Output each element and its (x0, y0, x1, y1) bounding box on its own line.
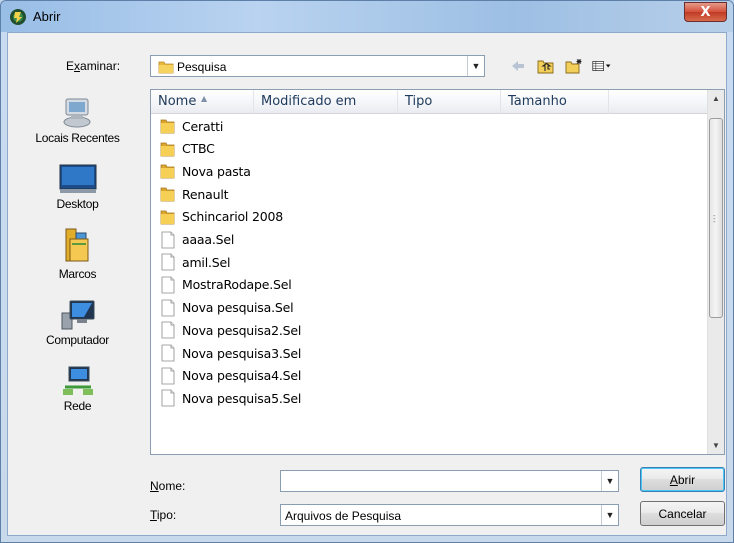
computer-icon (61, 300, 94, 330)
file-row[interactable]: Nova pesquisa5.Sel (160, 387, 301, 409)
close-button[interactable]: X (684, 2, 727, 22)
folder-row[interactable]: CTBC (160, 138, 215, 160)
file-icon (160, 344, 176, 362)
file-name: amil.Sel (182, 254, 231, 270)
file-row[interactable]: Nova pesquisa3.Sel (160, 342, 301, 364)
folder-icon (160, 185, 176, 203)
filetype-dropdown[interactable]: Arquivos de Pesquisa ▼ (280, 504, 619, 526)
place-computer[interactable]: Computador (10, 299, 145, 347)
file-name: Nova pesquisa2.Sel (182, 322, 302, 338)
navigation-toolbar (508, 56, 612, 76)
folder-icon (160, 162, 176, 180)
title-bar[interactable]: Abrir X (1, 1, 733, 32)
up-folder-icon[interactable] (536, 57, 556, 75)
place-label: Marcos (58, 267, 97, 281)
folder-icon (158, 61, 174, 74)
filename-input[interactable]: ▼ (280, 470, 619, 492)
place-label: Rede (63, 399, 92, 413)
column-header-type[interactable]: Tipo (398, 90, 501, 114)
chevron-down-icon[interactable]: ▼ (467, 56, 484, 76)
file-list-header: Nome ▲ Modificado em Tipo Tamanho (151, 90, 709, 114)
file-list[interactable]: Nome ▲ Modificado em Tipo Tamanho Ceratt… (150, 89, 725, 455)
file-name: MostraRodape.Sel (182, 277, 292, 293)
dialog-client-area: Examinar: Pesquisa ▼ Locais Recentes Des… (7, 32, 727, 536)
scroll-up-icon[interactable]: ▲ (708, 90, 724, 107)
file-name: Schincariol 2008 (182, 209, 283, 225)
file-name: Ceratti (182, 118, 224, 134)
cancel-button[interactable]: Cancelar (640, 501, 725, 526)
file-name: Nova pesquisa3.Sel (182, 345, 302, 361)
column-header-size[interactable]: Tamanho (501, 90, 609, 114)
view-menu-icon[interactable] (592, 57, 612, 75)
place-recent[interactable]: Locais Recentes (10, 95, 145, 145)
folder-icon (160, 208, 176, 226)
folder-row[interactable]: Ceratti (160, 115, 223, 137)
folder-row[interactable]: Nova pasta (160, 160, 251, 182)
file-name: Nova pesquisa5.Sel (182, 390, 302, 406)
file-row[interactable]: Nova pesquisa2.Sel (160, 319, 301, 341)
folder-icon (160, 140, 176, 158)
network-icon (62, 366, 93, 395)
file-row[interactable]: aaaa.Sel (160, 229, 234, 251)
window-title: Abrir (33, 9, 61, 24)
file-name: Nova pasta (182, 163, 251, 179)
vertical-scrollbar[interactable]: ▲ --- ▼ (707, 90, 724, 454)
chevron-down-icon[interactable]: ▼ (601, 471, 618, 491)
file-icon (160, 276, 176, 294)
place-label: Computador (45, 333, 110, 347)
scroll-down-icon[interactable]: ▼ (708, 437, 724, 454)
column-header-name[interactable]: Nome ▲ (151, 90, 254, 114)
close-icon: X (700, 4, 711, 20)
folder-row[interactable]: Schincariol 2008 (160, 206, 283, 228)
file-row[interactable]: Nova pesquisa.Sel (160, 297, 294, 319)
app-icon (10, 9, 26, 25)
file-icon (160, 321, 176, 339)
filetype-value: Arquivos de Pesquisa (285, 509, 402, 523)
file-row[interactable]: Nova pesquisa4.Sel (160, 365, 301, 387)
file-icon (160, 299, 176, 317)
lookin-label: Examinar: (66, 59, 121, 73)
scrollbar-thumb[interactable]: --- (709, 118, 723, 318)
file-icon (160, 367, 176, 385)
grip-icon: --- (713, 211, 716, 226)
lookin-value: Pesquisa (177, 60, 227, 74)
place-libraries[interactable]: Marcos (10, 227, 145, 281)
libraries-icon (65, 228, 88, 262)
lookin-dropdown[interactable]: Pesquisa ▼ (150, 55, 485, 77)
desktop-icon (59, 164, 96, 193)
column-header-modified[interactable]: Modificado em (254, 90, 398, 114)
file-icon (160, 389, 176, 407)
file-icon (160, 231, 176, 249)
place-desktop[interactable]: Desktop (10, 163, 145, 211)
file-name: Nova pesquisa4.Sel (182, 368, 302, 384)
folder-icon (160, 117, 176, 135)
file-icon (160, 253, 176, 271)
place-label: Desktop (56, 197, 99, 211)
folder-row[interactable]: Renault (160, 183, 228, 205)
file-name: Renault (182, 186, 229, 202)
filetype-label: Tipo: (150, 508, 177, 522)
file-name: Nova pesquisa.Sel (182, 300, 294, 316)
open-button[interactable]: Abrir (640, 467, 725, 492)
place-network[interactable]: Rede (10, 365, 145, 413)
open-dialog-window: Abrir X Examinar: Pesquisa ▼ Locais Rece… (0, 0, 734, 543)
recent-places-icon (63, 98, 90, 128)
file-row[interactable]: amil.Sel (160, 251, 230, 273)
file-row[interactable]: MostraRodape.Sel (160, 274, 292, 296)
place-label: Locais Recentes (35, 131, 120, 145)
chevron-down-icon[interactable]: ▼ (601, 505, 618, 525)
sort-up-icon: ▲ (201, 94, 208, 103)
places-bar: Locais Recentes Desktop Marcos Computado… (10, 89, 145, 455)
file-name: aaaa.Sel (182, 232, 235, 247)
file-name: CTBC (182, 141, 215, 157)
back-icon[interactable] (508, 57, 528, 75)
filename-label: Nome: (150, 479, 186, 493)
new-folder-icon[interactable] (564, 57, 584, 75)
